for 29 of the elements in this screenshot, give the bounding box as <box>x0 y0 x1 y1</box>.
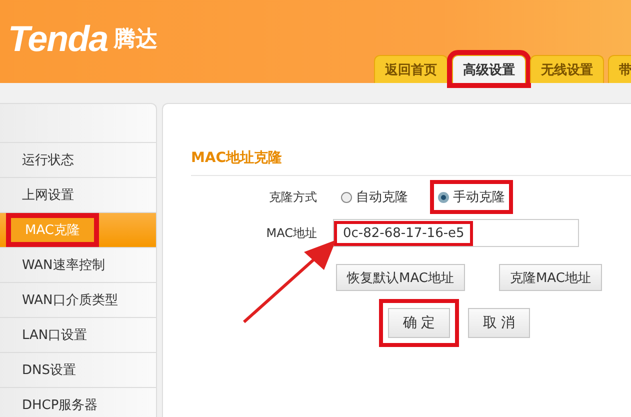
radio-option[interactable]: 手动克隆 <box>430 180 513 214</box>
sidebar-label: 上网设置 <box>21 187 75 205</box>
sidebar-item[interactable]: WAN口介质类型 <box>0 283 156 318</box>
mac-value: 0c-82-68-17-16-e5 <box>334 220 474 246</box>
sidebar-item[interactable]: LAN口设置 <box>0 318 156 353</box>
radio-option[interactable]: 自动克隆 <box>333 180 416 214</box>
field-label: MAC地址 <box>265 224 318 242</box>
sidebar-item[interactable]: DNS设置 <box>0 353 156 388</box>
sidebar-label: WAN速率控制 <box>21 257 106 275</box>
section-title: MAC地址克隆 <box>191 149 631 176</box>
sidebar-label: DHCP服务器 <box>21 397 99 415</box>
field-label: 克隆方式 <box>268 188 318 206</box>
action-button[interactable]: 恢复默认MAC地址 <box>336 264 465 291</box>
sidebar-label: LAN口设置 <box>21 327 88 345</box>
sidebar-item[interactable]: DHCP服务器 <box>0 388 156 417</box>
sidebar-item[interactable]: WAN速率控制 <box>0 248 156 283</box>
sidebar-item[interactable]: 运行状态 <box>0 143 156 178</box>
sidebar-label: 运行状态 <box>21 152 75 170</box>
action-button[interactable]: 克隆MAC地址 <box>498 264 602 291</box>
mac-input-field[interactable]: 0c-82-68-17-16-e5 <box>333 219 579 247</box>
action-button[interactable]: 取 消 <box>468 308 530 338</box>
nav-tab[interactable]: 返回首页 <box>374 55 448 83</box>
brand-name: 腾达 <box>114 26 158 54</box>
nav-tab[interactable]: 无线设置 <box>530 55 604 83</box>
action-button[interactable]: 确 定 <box>388 308 450 338</box>
brand-logo: Tenda <box>8 18 108 60</box>
sidebar-label: DNS设置 <box>21 362 77 380</box>
sidebar-label: WAN口介质类型 <box>21 292 119 310</box>
sidebar-label: MAC克隆 <box>6 213 99 247</box>
